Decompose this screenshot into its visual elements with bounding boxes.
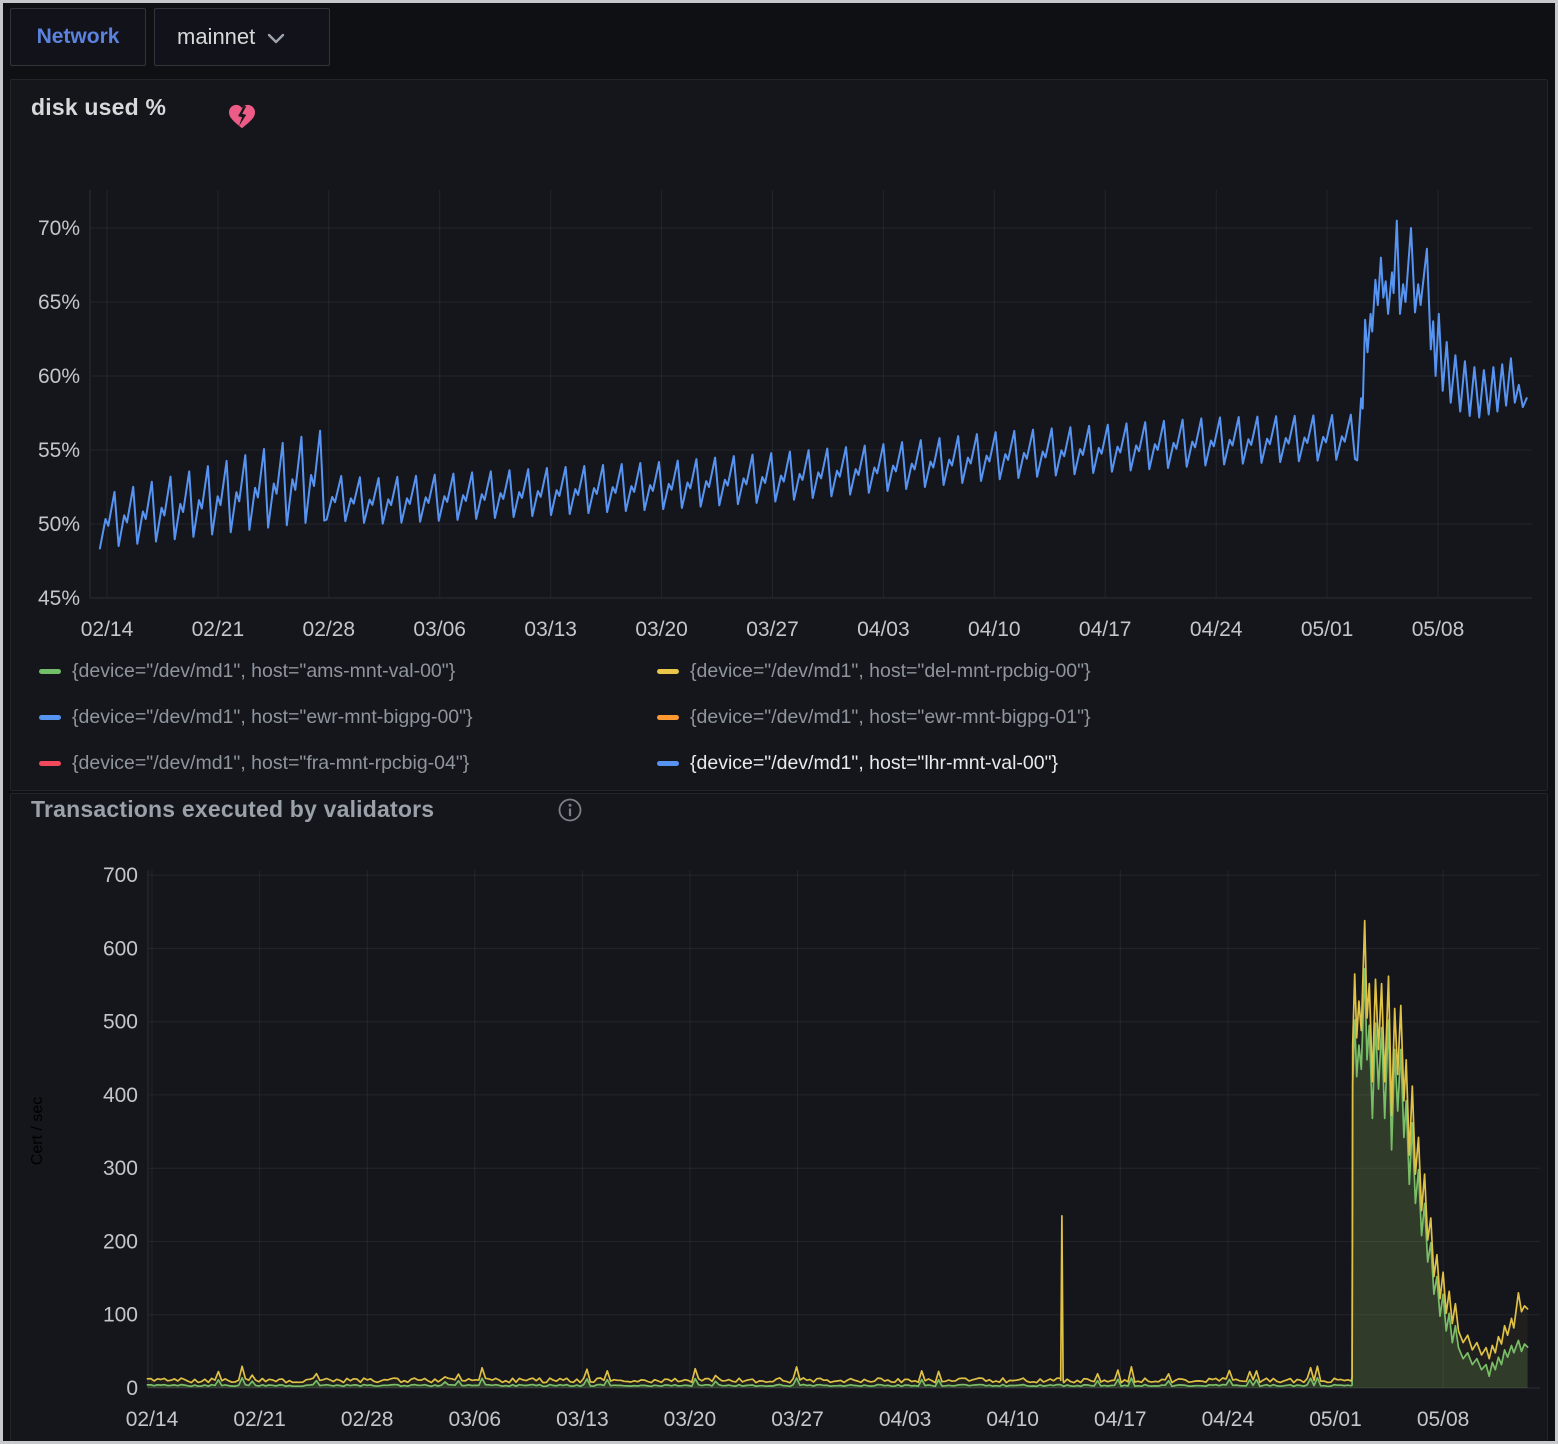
svg-text:02/21: 02/21 <box>192 618 245 641</box>
svg-text:05/08: 05/08 <box>1412 618 1465 641</box>
svg-text:400: 400 <box>103 1084 138 1107</box>
svg-text:02/14: 02/14 <box>126 1408 179 1431</box>
svg-text:03/06: 03/06 <box>449 1408 502 1431</box>
svg-text:45%: 45% <box>38 587 80 610</box>
svg-text:05/01: 05/01 <box>1301 618 1354 641</box>
svg-text:05/08: 05/08 <box>1417 1408 1470 1431</box>
svg-text:02/21: 02/21 <box>233 1408 286 1431</box>
legend-swatch <box>657 669 679 674</box>
svg-text:04/24: 04/24 <box>1202 1408 1255 1431</box>
legend-item[interactable]: {device="/dev/md1", host="ewr-mnt-bigpg-… <box>657 703 1091 731</box>
svg-text:02/28: 02/28 <box>341 1408 394 1431</box>
svg-text:65%: 65% <box>38 291 80 314</box>
transactions-series-area <box>147 969 1527 1388</box>
svg-text:04/10: 04/10 <box>986 1408 1039 1431</box>
svg-text:04/24: 04/24 <box>1190 618 1243 641</box>
svg-text:300: 300 <box>103 1157 138 1180</box>
y-axis-labels: 45% 50% 55% 60% 65% 70% <box>38 217 80 610</box>
svg-text:03/27: 03/27 <box>746 618 799 641</box>
svg-text:04/17: 04/17 <box>1094 1408 1147 1431</box>
svg-text:500: 500 <box>103 1011 138 1034</box>
transactions-chart[interactable]: 0 100 200 300 400 500 600 700 02/14 02/21 02/28 03/… <box>0 830 1558 1441</box>
legend-label: {device="/dev/md1", host="ewr-mnt-bigpg-… <box>690 706 1091 729</box>
legend-item[interactable]: {device="/dev/md1", host="fra-mnt-rpcbig… <box>39 749 657 777</box>
disk-used-series-line <box>100 221 1527 549</box>
svg-text:02/28: 02/28 <box>303 618 356 641</box>
x-axis-labels: 02/14 02/21 02/28 03/06 03/13 03/20 03/27 04/03… <box>81 618 1465 641</box>
network-value-text: mainnet <box>177 24 255 50</box>
svg-text:03/13: 03/13 <box>524 618 577 641</box>
legend-item[interactable]: {device="/dev/md1", host="lhr-mnt-val-00… <box>657 749 1091 777</box>
svg-text:700: 700 <box>103 864 138 887</box>
svg-text:02/14: 02/14 <box>81 618 134 641</box>
legend-label: {device="/dev/md1", host="fra-mnt-rpcbig… <box>72 752 469 775</box>
transactions-series-area <box>147 921 1527 1388</box>
grid <box>90 190 1532 598</box>
panel-transactions-title[interactable]: Transactions executed by validators <box>31 796 434 823</box>
info-icon[interactable] <box>557 797 583 823</box>
svg-text:200: 200 <box>103 1231 138 1254</box>
legend-swatch <box>657 761 679 766</box>
network-label-text: Network <box>37 25 120 49</box>
broken-heart-icon <box>228 104 256 130</box>
legend-swatch <box>657 715 679 720</box>
legend-label: {device="/dev/md1", host="lhr-mnt-val-00… <box>690 752 1058 775</box>
panel-disk-used-title[interactable]: disk used % <box>31 94 166 121</box>
svg-text:70%: 70% <box>38 217 80 240</box>
svg-text:03/20: 03/20 <box>635 618 688 641</box>
svg-text:04/10: 04/10 <box>968 618 1021 641</box>
svg-text:04/17: 04/17 <box>1079 618 1132 641</box>
svg-text:03/20: 03/20 <box>664 1408 717 1431</box>
y-axis-title: Cert / sec <box>29 1097 46 1165</box>
chevron-down-icon <box>267 33 285 45</box>
legend-swatch <box>39 669 61 674</box>
legend-label: {device="/dev/md1", host="del-mnt-rpcbig… <box>690 660 1091 683</box>
legend-item[interactable]: {device="/dev/md1", host="ewr-mnt-bigpg-… <box>39 703 657 731</box>
network-variable-dropdown[interactable]: mainnet <box>154 8 330 66</box>
y-axis-labels: 0 100 200 300 400 500 600 700 <box>103 864 138 1400</box>
legend-label: {device="/dev/md1", host="ams-mnt-val-00… <box>72 660 455 683</box>
svg-text:05/01: 05/01 <box>1309 1408 1362 1431</box>
svg-text:03/06: 03/06 <box>413 618 466 641</box>
svg-text:600: 600 <box>103 937 138 960</box>
svg-text:100: 100 <box>103 1304 138 1327</box>
disk-used-chart[interactable]: 45% 50% 55% 60% 65% 70% 02/14 02/21 02/28 03/06 03… <box>0 150 1558 655</box>
svg-text:0: 0 <box>126 1377 138 1400</box>
svg-text:55%: 55% <box>38 439 80 462</box>
legend-item[interactable]: {device="/dev/md1", host="del-mnt-rpcbig… <box>657 657 1091 685</box>
network-variable-label: Network <box>10 8 146 66</box>
x-axis-labels: 02/14 02/21 02/28 03/06 03/13 03/20 03/27 04/03… <box>126 1408 1470 1431</box>
legend-item[interactable]: {device="/dev/md1", host="ams-mnt-val-00… <box>39 657 657 685</box>
disk-used-legend: {device="/dev/md1", host="ams-mnt-val-00… <box>39 657 1091 777</box>
transactions-series-line <box>147 921 1527 1383</box>
svg-text:60%: 60% <box>38 365 80 388</box>
legend-label: {device="/dev/md1", host="ewr-mnt-bigpg-… <box>72 706 473 729</box>
grid <box>148 870 1540 1388</box>
svg-text:03/13: 03/13 <box>556 1408 609 1431</box>
transactions-series-line <box>147 969 1527 1386</box>
svg-text:04/03: 04/03 <box>879 1408 932 1431</box>
svg-text:03/27: 03/27 <box>771 1408 824 1431</box>
legend-swatch <box>39 715 61 720</box>
svg-text:04/03: 04/03 <box>857 618 910 641</box>
grafana-dashboard: Network mainnet disk used % {device="/de… <box>0 0 1558 1444</box>
legend-swatch <box>39 761 61 766</box>
svg-text:50%: 50% <box>38 513 80 536</box>
